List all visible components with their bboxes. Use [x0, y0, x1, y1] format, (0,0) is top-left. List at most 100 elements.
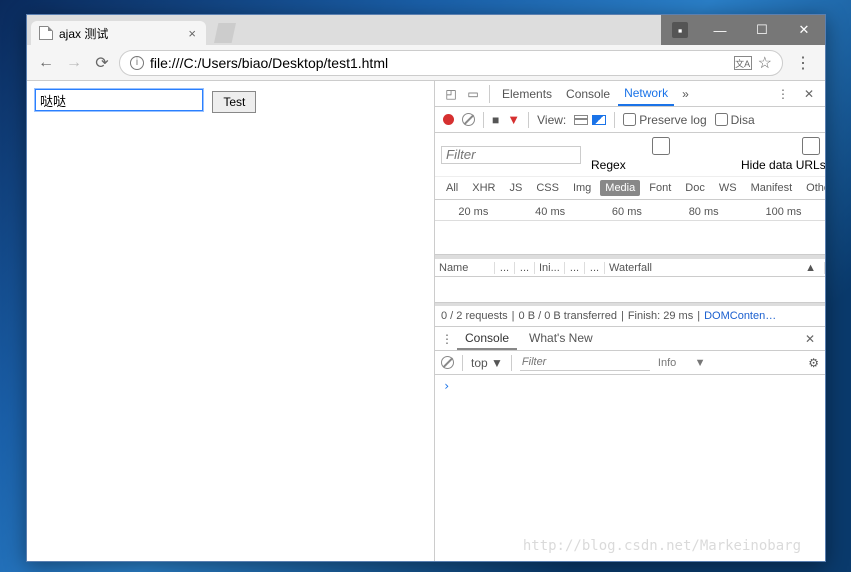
- drawer-tab-whatsnew[interactable]: What's New: [521, 328, 601, 350]
- tab-title: ajax 测试: [59, 25, 108, 42]
- console-clear-icon[interactable]: [441, 356, 454, 369]
- address-bar: ← → ⟳ i file:///C:/Users/biao/Desktop/te…: [27, 45, 825, 81]
- separator: [483, 112, 484, 128]
- site-info-icon[interactable]: i: [130, 56, 144, 70]
- test-button[interactable]: Test: [212, 91, 256, 113]
- translate-icon[interactable]: 文A: [734, 56, 752, 70]
- content-area: Test ◰ ▭ Elements Console Network » ⋮ ✕: [27, 81, 825, 561]
- new-tab-button[interactable]: [214, 23, 236, 43]
- column-waterfall[interactable]: Waterfall ▲: [605, 262, 825, 274]
- filter-type-css[interactable]: CSS: [531, 180, 564, 196]
- drawer-close-icon[interactable]: ✕: [801, 332, 819, 346]
- devtools-menu-icon[interactable]: ⋮: [773, 84, 793, 104]
- reload-button[interactable]: ⟳: [91, 52, 113, 74]
- console-prompt: ›: [443, 379, 450, 393]
- tab-elements[interactable]: Elements: [496, 83, 558, 105]
- text-input[interactable]: [35, 89, 203, 111]
- status-transferred: 0 B / 0 B transferred: [519, 310, 617, 322]
- regex-label: Regex: [591, 158, 626, 172]
- column-initiator[interactable]: Ini...: [535, 262, 565, 274]
- inspect-icon[interactable]: ◰: [441, 84, 461, 104]
- titlebar: ajax 测试 × ▪ — ☐ ✕: [27, 15, 825, 45]
- devtools-tabs: ◰ ▭ Elements Console Network » ⋮ ✕: [435, 81, 825, 107]
- tab-more-icon[interactable]: »: [676, 83, 695, 105]
- tick-label: 60 ms: [612, 206, 642, 218]
- tab-console[interactable]: Console: [560, 83, 616, 105]
- screenshot-icon[interactable]: ■: [492, 113, 499, 127]
- timeline-overview[interactable]: 20 ms 40 ms 60 ms 80 ms 100 ms: [435, 200, 825, 255]
- drawer-tab-console[interactable]: Console: [457, 328, 517, 350]
- disable-cache-label: Disa: [731, 113, 755, 127]
- preserve-log-label: Preserve log: [639, 113, 706, 127]
- log-level-selector[interactable]: Info ▼: [658, 357, 706, 369]
- column-more[interactable]: ...: [565, 262, 585, 274]
- clear-icon[interactable]: [462, 113, 475, 126]
- url-text: file:///C:/Users/biao/Desktop/test1.html: [150, 55, 388, 71]
- tab-close-icon[interactable]: ×: [188, 26, 196, 41]
- page-body: Test: [27, 81, 435, 561]
- tab-network[interactable]: Network: [618, 82, 674, 106]
- drawer-menu-icon[interactable]: ⋮: [441, 332, 453, 346]
- forward-button[interactable]: →: [63, 52, 85, 74]
- console-toolbar: top ▼ Info ▼ ⚙: [435, 351, 825, 375]
- maximize-button[interactable]: ☐: [741, 15, 783, 45]
- record-icon[interactable]: [443, 114, 454, 125]
- network-table-header: Name ... ... Ini... ... ... Waterfall ▲: [435, 255, 825, 277]
- filter-type-xhr[interactable]: XHR: [467, 180, 500, 196]
- filter-type-font[interactable]: Font: [644, 180, 676, 196]
- waterfall-view-icon[interactable]: [592, 115, 606, 125]
- back-button[interactable]: ←: [35, 52, 57, 74]
- bookmark-star-icon[interactable]: ☆: [758, 53, 772, 73]
- filter-type-img[interactable]: Img: [568, 180, 596, 196]
- minimize-button[interactable]: —: [699, 15, 741, 45]
- console-filter-input[interactable]: [520, 354, 650, 371]
- filter-type-media[interactable]: Media: [600, 180, 640, 196]
- console-settings-icon[interactable]: ⚙: [808, 356, 819, 370]
- context-selector[interactable]: top ▼: [471, 356, 503, 370]
- column-more[interactable]: ...: [515, 262, 535, 274]
- devtools-close-icon[interactable]: ✕: [799, 84, 819, 104]
- column-more[interactable]: ...: [495, 262, 515, 274]
- console-body[interactable]: ›: [435, 375, 825, 561]
- device-toggle-icon[interactable]: ▭: [463, 84, 483, 104]
- watermark: http://blog.csdn.net/Markeinobarg: [523, 538, 801, 554]
- url-box[interactable]: i file:///C:/Users/biao/Desktop/test1.ht…: [119, 50, 783, 76]
- window-controls: ▪ — ☐ ✕: [661, 15, 825, 45]
- close-window-button[interactable]: ✕: [783, 15, 825, 45]
- status-domcontent: DOMConten…: [704, 310, 776, 322]
- hide-data-urls-checkbox[interactable]: [741, 137, 825, 155]
- filter-types-row: All XHR JS CSS Img Media Font Doc WS Man…: [435, 177, 825, 200]
- filter-type-ws[interactable]: WS: [714, 180, 742, 196]
- filter-toggle-icon[interactable]: ▼: [507, 112, 520, 127]
- tick-label: 20 ms: [458, 206, 488, 218]
- filter-type-all[interactable]: All: [441, 180, 463, 196]
- status-requests: 0 / 2 requests: [441, 310, 508, 322]
- regex-checkbox[interactable]: [591, 137, 731, 155]
- column-name[interactable]: Name: [435, 262, 495, 274]
- profile-button[interactable]: ▪: [661, 15, 699, 45]
- filter-type-manifest[interactable]: Manifest: [746, 180, 798, 196]
- disable-cache-checkbox[interactable]: [715, 113, 728, 126]
- view-label: View:: [537, 113, 566, 127]
- network-toolbar: ■ ▼ View: Preserve log Disa: [435, 107, 825, 133]
- tick-label: 100 ms: [765, 206, 801, 218]
- tick-label: 80 ms: [689, 206, 719, 218]
- filter-type-doc[interactable]: Doc: [680, 180, 710, 196]
- sort-icon: ▲: [805, 262, 816, 274]
- separator: [489, 85, 490, 103]
- filter-type-other[interactable]: Other: [801, 180, 825, 196]
- large-rows-icon[interactable]: [574, 115, 588, 125]
- document-icon: [39, 26, 53, 40]
- network-filter-input[interactable]: [441, 146, 581, 164]
- browser-menu-button[interactable]: ⋮: [789, 53, 817, 73]
- tick-label: 40 ms: [535, 206, 565, 218]
- separator: [528, 112, 529, 128]
- browser-tab[interactable]: ajax 测试 ×: [31, 21, 206, 45]
- preserve-log-checkbox[interactable]: [623, 113, 636, 126]
- devtools-panel: ◰ ▭ Elements Console Network » ⋮ ✕ ■ ▼: [435, 81, 825, 561]
- column-more[interactable]: ...: [585, 262, 605, 274]
- network-table-body: [435, 277, 825, 303]
- separator: [614, 112, 615, 128]
- filter-type-js[interactable]: JS: [504, 180, 527, 196]
- tab-strip: ajax 测试 ×: [27, 15, 661, 45]
